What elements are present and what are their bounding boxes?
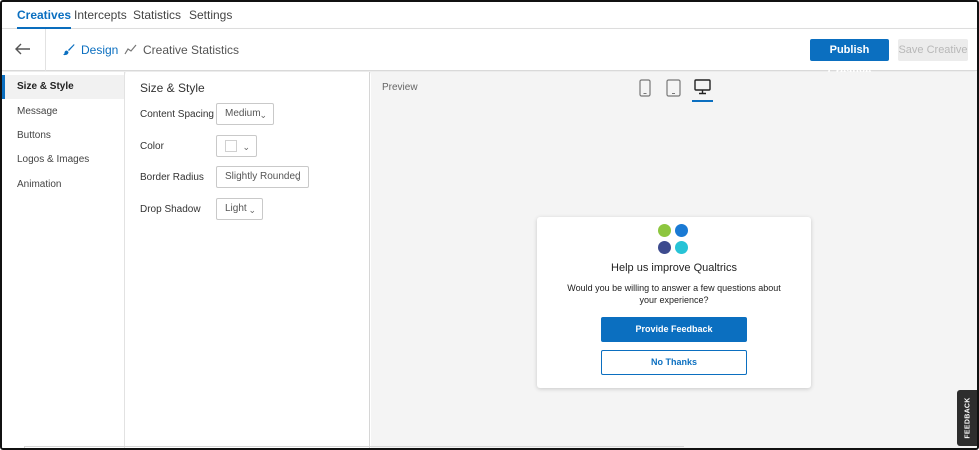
arrow-left-icon xyxy=(15,43,30,55)
line-chart-icon xyxy=(124,44,137,55)
sidebar-item-logos-images[interactable]: Logos & Images xyxy=(2,148,124,172)
content-spacing-label: Content Spacing xyxy=(140,109,214,120)
chevron-down-icon: ⌄ xyxy=(248,205,256,215)
color-label: Color xyxy=(140,141,164,152)
design-tab[interactable]: Design xyxy=(62,29,118,71)
sidebar-item-buttons[interactable]: Buttons xyxy=(2,124,124,148)
color-swatch xyxy=(225,140,237,152)
phone-icon[interactable] xyxy=(639,79,651,100)
creative-statistics-tab[interactable]: Creative Statistics xyxy=(124,29,239,71)
logo-dot xyxy=(675,241,688,254)
content-spacing-select[interactable]: Medium ⌄ xyxy=(216,103,274,125)
tablet-icon[interactable] xyxy=(666,79,681,100)
tab-settings[interactable]: Settings xyxy=(189,2,232,29)
feedback-tab[interactable]: FEEDBACK xyxy=(957,390,977,446)
paintbrush-icon xyxy=(63,44,75,56)
desktop-icon[interactable] xyxy=(692,79,713,102)
sidebar-item-animation[interactable]: Animation xyxy=(2,173,124,197)
feedback-label: FEEDBACK xyxy=(964,397,972,439)
save-creative-button: Save Creative xyxy=(898,39,968,61)
sidebar: Size & Style Message Buttons Logos & Ima… xyxy=(2,72,125,448)
no-thanks-button[interactable]: No Thanks xyxy=(601,350,747,375)
tab-intercepts[interactable]: Intercepts xyxy=(74,2,127,29)
intercept-preview-card: Help us improve Qualtrics Would you be w… xyxy=(537,217,811,388)
chevron-down-icon: ⌄ xyxy=(294,173,302,183)
settings-panel: Size & Style Content Spacing Medium ⌄ Co… xyxy=(126,72,370,448)
card-title: Help us improve Qualtrics xyxy=(611,262,737,274)
top-nav: Creatives Intercepts Statistics Settings xyxy=(2,2,977,29)
bottom-divider xyxy=(24,446,684,448)
provide-feedback-button[interactable]: Provide Feedback xyxy=(601,317,747,342)
chevron-down-icon: ⌄ xyxy=(259,110,267,120)
sidebar-item-message[interactable]: Message xyxy=(2,100,124,124)
tab-creatives[interactable]: Creatives xyxy=(17,2,72,29)
content-spacing-value: Medium xyxy=(225,108,261,119)
border-radius-label: Border Radius xyxy=(140,172,204,183)
app-window: Creatives Intercepts Statistics Settings… xyxy=(0,0,979,450)
back-button[interactable] xyxy=(2,29,46,71)
logo-dot xyxy=(658,224,671,237)
design-label: Design xyxy=(81,43,119,57)
settings-title: Size & Style xyxy=(140,81,205,95)
chevron-down-icon: ⌄ xyxy=(242,142,250,152)
color-picker[interactable]: ⌄ xyxy=(216,135,257,157)
card-message: Would you be willing to answer a few que… xyxy=(567,283,781,305)
border-radius-value: Slightly Rounded xyxy=(225,171,301,182)
drop-shadow-select[interactable]: Light ⌄ xyxy=(216,198,263,220)
publish-creative-button[interactable]: Publish Creative xyxy=(810,39,889,78)
drop-shadow-value: Light xyxy=(225,203,247,214)
tab-statistics[interactable]: Statistics xyxy=(133,2,181,29)
border-radius-select[interactable]: Slightly Rounded ⌄ xyxy=(216,166,309,188)
preview-label: Preview xyxy=(382,82,418,93)
logo-dot xyxy=(658,241,671,254)
preview-area: Preview Help us improve Qualtrics Would … xyxy=(371,72,977,448)
sidebar-item-size-style[interactable]: Size & Style xyxy=(2,75,124,99)
toolbar: Design Creative Statistics Publish Creat… xyxy=(2,29,977,78)
creative-statistics-label: Creative Statistics xyxy=(143,43,240,57)
drop-shadow-label: Drop Shadow xyxy=(140,204,201,215)
qualtrics-logo xyxy=(658,224,690,256)
logo-dot xyxy=(675,224,688,237)
